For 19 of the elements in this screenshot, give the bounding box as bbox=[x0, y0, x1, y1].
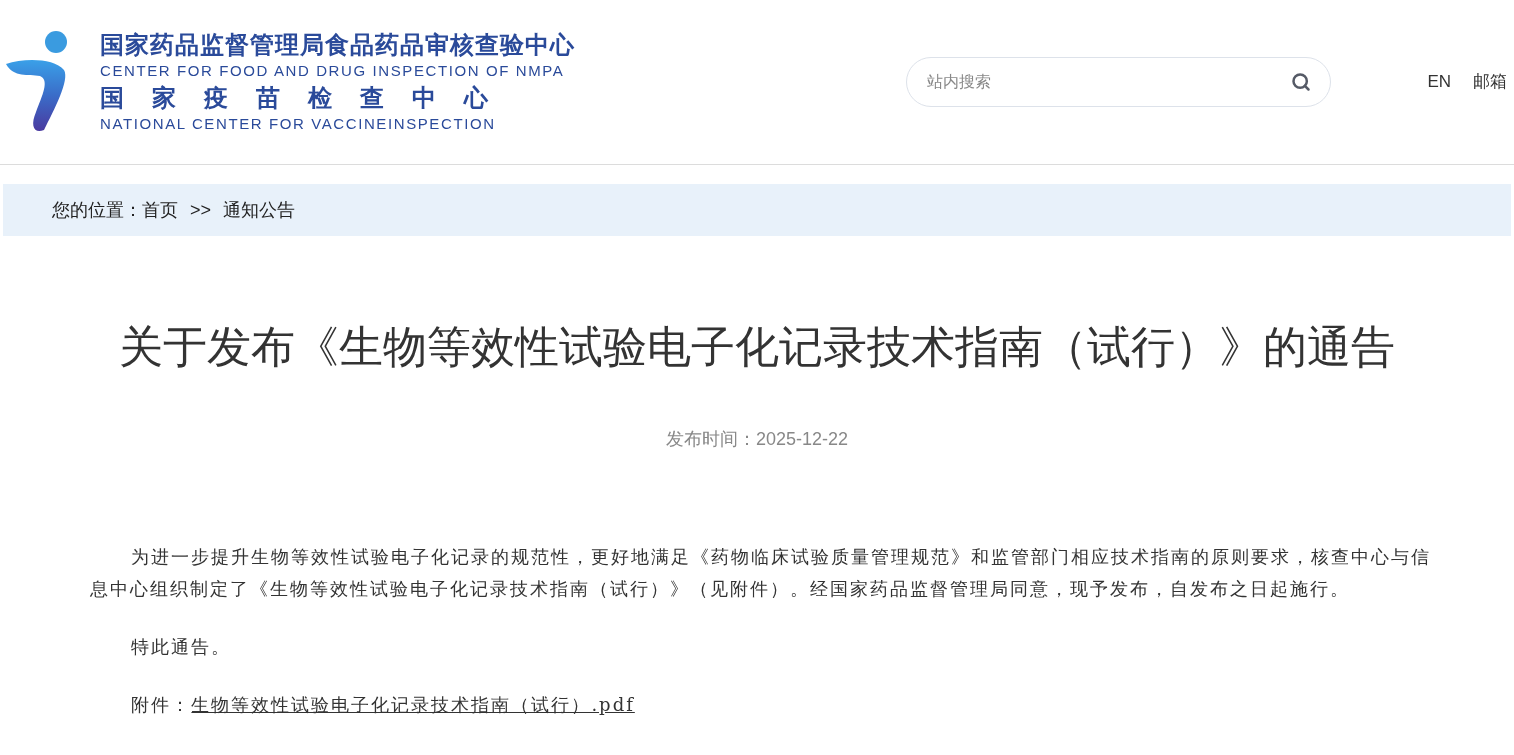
logo-subtitle: NATIONAL CENTER FOR VACCINEINSPECTION bbox=[100, 116, 497, 131]
breadcrumb-separator: >> bbox=[190, 198, 212, 222]
publish-date: 发布时间：2025-12-22 bbox=[665, 429, 849, 449]
article-title: 关于发布《生物等效性试验电子化记录技术指南（试行）》的通告 bbox=[118, 321, 1396, 373]
attachment-link[interactable]: 生物等效性试验电子化记录技术指南（试行）.pdf bbox=[191, 694, 635, 715]
header-link[interactable]: EN bbox=[1427, 69, 1451, 95]
logo-icon bbox=[4, 30, 70, 134]
breadcrumb-link[interactable]: 通知公告 bbox=[223, 196, 296, 224]
header-link[interactable]: 邮箱 bbox=[1473, 69, 1507, 95]
logo-subtitle: CENTER FOR FOOD AND DRUG INSPECTION OF NMPA bbox=[100, 63, 566, 78]
logo-title: 国家疫苗检查中心 bbox=[100, 86, 517, 110]
article-paragraph: 特此通告。 bbox=[130, 635, 233, 659]
attachment-label: 附件： bbox=[131, 694, 192, 715]
search-field[interactable]: 站内搜索 bbox=[906, 57, 1332, 107]
logo-title: 国家药品监督管理局食品药品审核查验中心 bbox=[100, 33, 575, 57]
breadcrumb-link[interactable]: 首页 bbox=[142, 196, 178, 224]
article-paragraph: 为进一步提升生物等效性试验电子化记录的规范性，更好地满足《药物临床试验质量管理规范》和监管部门相应技术指南的原则要求，核查中心与信息中心组织制定了《生物等效性试验电子化记录技术指南（试行）》（见附件）。经国家药品监督管理局同意，现予发布，自发布之日起施行。 bbox=[90, 545, 1433, 601]
breadcrumb-label: 您的位置： bbox=[52, 198, 142, 222]
search-icon[interactable] bbox=[1291, 72, 1312, 92]
